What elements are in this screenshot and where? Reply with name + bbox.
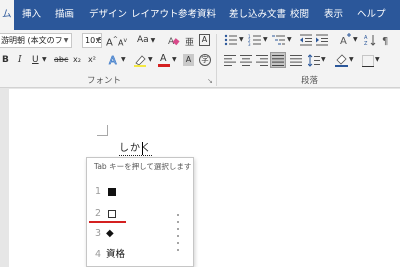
font-name-box[interactable]: 游明朝 (本文のフ ▼	[0, 33, 72, 48]
chevron-down-icon[interactable]: ▼	[349, 53, 354, 67]
justify-button[interactable]	[270, 52, 286, 68]
group-divider	[216, 34, 217, 86]
chevron-down-icon[interactable]: ▼	[353, 33, 358, 47]
candidate-number: 2	[95, 208, 102, 219]
tab-insert[interactable]: 挿入	[22, 0, 41, 30]
asian-layout-icon[interactable]: A	[340, 33, 352, 46]
superscript-button[interactable]: x²	[88, 53, 96, 67]
chevron-down-icon[interactable]: ▼	[95, 34, 101, 47]
font-color-button[interactable]: A	[158, 53, 170, 67]
chevron-down-icon[interactable]: ▼	[287, 33, 292, 47]
text-effects-icon[interactable]: A	[108, 53, 120, 66]
phonetic-guide-icon[interactable]: 亜	[184, 34, 194, 46]
distributed-icon[interactable]	[290, 55, 302, 66]
tab-layout[interactable]: レイアウト	[131, 0, 179, 30]
ime-composition-text: しかく	[119, 143, 152, 156]
strikethrough-button[interactable]: abc	[54, 53, 68, 67]
candidate-number: 4	[95, 249, 102, 260]
highlight-underline	[89, 221, 126, 223]
svg-text:亜: 亜	[185, 37, 194, 46]
show-hide-marks-icon[interactable]: ¶	[382, 34, 392, 46]
margin-marker	[107, 125, 108, 136]
candidate-item-1[interactable]: 1	[87, 182, 175, 202]
popup-scroll-indicator[interactable]	[176, 214, 180, 262]
tab-mailings[interactable]: 差し込み文書	[229, 0, 286, 30]
chevron-down-icon[interactable]: ▼	[263, 33, 268, 47]
tab-view[interactable]: 表示	[324, 0, 343, 30]
align-right-icon[interactable]	[256, 55, 268, 66]
tab-draw[interactable]: 描画	[55, 0, 74, 30]
align-left-icon[interactable]	[224, 55, 236, 66]
underline-button[interactable]: U	[32, 53, 39, 67]
character-shading-icon[interactable]: A	[183, 54, 194, 66]
candidate-number: 1	[95, 186, 102, 197]
change-case-button[interactable]: Aa ▼	[137, 33, 155, 48]
document-area: しかく	[0, 89, 400, 267]
chevron-down-icon[interactable]: ▼	[148, 53, 153, 67]
italic-button[interactable]: I	[18, 53, 22, 67]
candidate-text: 資格	[106, 249, 126, 260]
black-square-symbol	[108, 188, 116, 196]
font-color-swatch	[158, 64, 170, 67]
decrease-indent-icon[interactable]	[300, 34, 312, 46]
character-border-icon[interactable]: A	[199, 34, 210, 46]
bold-button[interactable]: B	[2, 53, 9, 67]
justify-icon	[272, 55, 284, 66]
sort-icon[interactable]: A Z	[364, 34, 377, 46]
svg-text:A: A	[340, 36, 347, 46]
font-size-box[interactable]: 10.5 ▼	[82, 33, 102, 48]
grow-font-button[interactable]: A^	[106, 33, 118, 50]
chevron-down-icon[interactable]: ▼	[172, 53, 177, 67]
white-square-symbol	[108, 210, 116, 218]
increase-indent-icon[interactable]	[316, 34, 328, 46]
chevron-down-icon[interactable]: ▼	[121, 53, 126, 67]
align-center-icon[interactable]	[240, 55, 252, 66]
candidate-item-4[interactable]: 4 資格	[87, 245, 175, 265]
svg-text:Z: Z	[364, 41, 368, 46]
font-dialog-launcher-icon[interactable]: ↘	[207, 74, 213, 88]
paragraph-group-label: 段落	[301, 76, 319, 86]
black-diamond-symbol: ◆	[106, 228, 114, 239]
tab-home[interactable]: ム	[0, 0, 14, 30]
chevron-down-icon[interactable]: ▼	[239, 33, 244, 47]
font-name-value: 游明朝 (本文のフ	[1, 36, 63, 45]
margin-marker	[97, 135, 107, 136]
tab-help[interactable]: ヘルプ	[357, 0, 386, 30]
chevron-down-icon[interactable]: ▼	[42, 53, 47, 67]
tab-design[interactable]: デザイン	[89, 0, 127, 30]
numbering-icon[interactable]: 1 2 3	[248, 34, 262, 46]
ribbon: 游明朝 (本文のフ ▼ 10.5 ▼ A^ Av Aa ▼ A 亜 A B I …	[0, 30, 400, 88]
chevron-down-icon[interactable]: ▼	[375, 53, 380, 67]
clear-formatting-icon[interactable]: A	[168, 34, 180, 46]
svg-text:A: A	[109, 54, 117, 66]
candidate-item-3[interactable]: 3 ◆	[87, 224, 175, 244]
multilevel-list-icon[interactable]	[272, 34, 286, 46]
font-group-label: フォント	[87, 76, 122, 86]
svg-text:¶: ¶	[382, 36, 388, 46]
highlighter-icon[interactable]	[133, 53, 147, 67]
svg-text:3: 3	[248, 42, 251, 46]
grow-font-label: A	[106, 37, 113, 49]
ribbon-tab-bar: ム 挿入 描画 デザイン レイアウト 参考資料 差し込み文書 校閲 表示 ヘルプ	[0, 0, 400, 30]
subscript-button[interactable]: x₂	[73, 53, 81, 67]
document-page[interactable]: しかく	[9, 89, 400, 267]
font-color-label: A	[160, 53, 167, 64]
tab-references[interactable]: 参考資料	[178, 0, 216, 30]
borders-icon[interactable]	[362, 55, 374, 67]
chevron-down-icon[interactable]: ▼	[61, 34, 71, 47]
bullets-icon[interactable]	[224, 34, 238, 46]
shading-icon[interactable]	[335, 54, 348, 67]
shrink-font-button[interactable]: Av	[118, 34, 127, 51]
change-case-label: Aa	[137, 35, 149, 45]
chevron-down-icon[interactable]: ▼	[321, 53, 326, 67]
text-cursor	[142, 142, 143, 155]
ime-hint-text: Tab キーを押して選択します	[94, 162, 192, 171]
candidate-item-2[interactable]: 2	[87, 204, 175, 224]
line-spacing-icon[interactable]	[308, 54, 320, 67]
ime-candidate-popup: Tab キーを押して選択します 1 2 3 ◆ 4 資格	[86, 157, 194, 267]
candidate-number: 3	[95, 228, 102, 239]
tab-review[interactable]: 校閲	[290, 0, 309, 30]
enclosed-character-icon[interactable]: 字	[199, 54, 211, 66]
